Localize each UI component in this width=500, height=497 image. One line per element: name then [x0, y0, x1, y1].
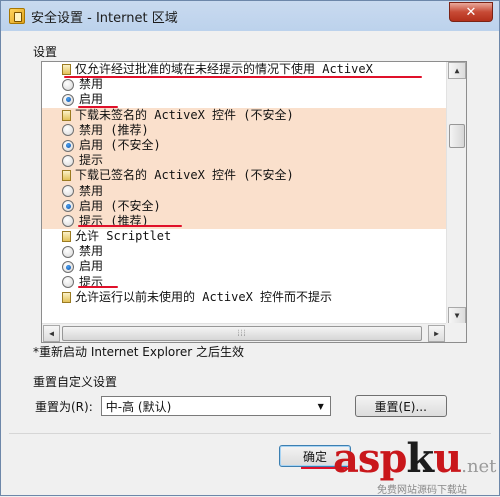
setting-item: 允许 Scriptlet 禁用 启用 提示	[42, 229, 446, 290]
setting-heading-label: 仅允许经过批准的域在未经提示的情况下使用 ActiveX	[75, 62, 373, 76]
footer-separator	[9, 433, 491, 434]
setting-item-highlighted: 下载已签名的 ActiveX 控件 (不安全) 禁用 启用 (不安全) 提示 (…	[42, 168, 446, 230]
scroll-right-icon[interactable]: ▶	[428, 325, 445, 342]
horizontal-scrollbar[interactable]: ◀ ⦙⦙⦙ ▶	[42, 323, 446, 342]
scroll-left-icon[interactable]: ◀	[43, 325, 60, 342]
option-label[interactable]: 禁用	[79, 184, 103, 199]
setting-heading: 允许运行以前未使用的 ActiveX 控件而不提示	[42, 290, 446, 305]
setting-option[interactable]: 启用	[42, 259, 446, 274]
annotation-underline	[64, 76, 422, 78]
security-shield-icon	[9, 8, 25, 24]
settings-listbox[interactable]: 仅允许经过批准的域在未经提示的情况下使用 ActiveX 禁用 启用 下载未签名…	[41, 61, 467, 343]
security-settings-dialog: 安全设置 - Internet 区域 ✕ 设置 仅允许经过批准的域在未经提示的情…	[0, 0, 500, 496]
radio-button-checked[interactable]	[62, 200, 74, 213]
radio-button[interactable]	[62, 245, 74, 258]
watermark-subtitle: 免费网站源码下载站	[377, 485, 467, 496]
setting-heading: 下载未签名的 ActiveX 控件 (不安全)	[42, 108, 446, 123]
setting-gear-icon	[62, 64, 71, 76]
radio-button-checked[interactable]	[62, 139, 74, 152]
scroll-thumb[interactable]	[449, 124, 465, 148]
setting-option[interactable]: 提示	[42, 153, 446, 168]
security-level-select[interactable]: 中-高 (默认) ▼	[100, 396, 331, 416]
setting-gear-icon	[62, 109, 71, 121]
option-label[interactable]: 提示	[79, 153, 103, 168]
radio-button[interactable]	[62, 154, 74, 167]
settings-list-content: 仅允许经过批准的域在未经提示的情况下使用 ActiveX 禁用 启用 下载未签名…	[42, 62, 446, 324]
scroll-up-icon[interactable]: ▲	[448, 62, 466, 79]
radio-button-checked[interactable]	[62, 93, 74, 106]
close-button[interactable]: ✕	[449, 2, 493, 22]
option-label[interactable]: 启用 (不安全)	[79, 138, 161, 153]
option-label[interactable]: 启用 (不安全)	[79, 199, 161, 214]
radio-button[interactable]	[62, 276, 74, 289]
option-label[interactable]: 禁用	[79, 244, 103, 259]
annotation-underline	[78, 286, 118, 288]
setting-option[interactable]: 禁用	[42, 77, 446, 92]
settings-group-label: 设置	[33, 45, 58, 59]
setting-heading-label: 允许 Scriptlet	[75, 229, 172, 244]
vertical-scrollbar[interactable]: ▲ ▼	[446, 62, 466, 324]
window-title: 安全设置 - Internet 区域	[31, 10, 178, 26]
annotation-underline	[78, 225, 182, 227]
radio-button[interactable]	[62, 78, 74, 91]
security-level-value: 中-高 (默认)	[105, 399, 172, 414]
setting-heading-label: 下载未签名的 ActiveX 控件 (不安全)	[75, 107, 294, 122]
reset-group: 重置自定义设置 重置为(R): 中-高 (默认) ▼ 重置(E)...	[27, 373, 475, 429]
setting-option[interactable]: 启用 (不安全)	[42, 138, 446, 153]
setting-gear-icon	[62, 291, 71, 303]
radio-button[interactable]	[62, 185, 74, 198]
option-label[interactable]: 启用	[79, 259, 103, 274]
scroll-corner	[446, 323, 466, 342]
setting-gear-icon	[62, 231, 71, 243]
setting-heading: 仅允许经过批准的域在未经提示的情况下使用 ActiveX	[42, 62, 446, 77]
setting-option[interactable]: 启用 (不安全)	[42, 199, 446, 214]
radio-button-checked[interactable]	[62, 261, 74, 274]
setting-heading: 允许 Scriptlet	[42, 229, 446, 244]
radio-button[interactable]	[62, 215, 74, 228]
chevron-down-icon[interactable]: ▼	[314, 399, 328, 413]
reset-to-label: 重置为(R):	[35, 399, 93, 414]
setting-item: 允许运行以前未使用的 ActiveX 控件而不提示	[42, 290, 446, 305]
setting-heading-label: 下载已签名的 ActiveX 控件 (不安全)	[75, 168, 294, 183]
horizontal-scroll-thumb[interactable]: ⦙⦙⦙	[62, 326, 422, 341]
setting-item: 仅允许经过批准的域在未经提示的情况下使用 ActiveX 禁用 启用	[42, 62, 446, 108]
option-label[interactable]: 禁用	[79, 77, 103, 92]
reset-button[interactable]: 重置(E)...	[354, 395, 447, 417]
setting-option[interactable]: 禁用 (推荐)	[42, 123, 446, 138]
setting-option[interactable]: 禁用	[42, 244, 446, 259]
title-bar[interactable]: 安全设置 - Internet 区域 ✕	[1, 1, 499, 31]
scroll-down-icon[interactable]: ▼	[448, 307, 466, 324]
setting-heading-label: 允许运行以前未使用的 ActiveX 控件而不提示	[75, 289, 333, 304]
reset-group-label: 重置自定义设置	[33, 375, 118, 389]
radio-button[interactable]	[62, 124, 74, 137]
reset-row: 重置为(R): 中-高 (默认) ▼ 重置(E)...	[35, 395, 447, 417]
setting-item-highlighted: 下载未签名的 ActiveX 控件 (不安全) 禁用 (推荐) 启用 (不安全)…	[42, 107, 446, 169]
setting-gear-icon	[62, 170, 71, 182]
annotation-underline	[78, 106, 118, 108]
option-label[interactable]: 禁用 (推荐)	[79, 123, 149, 138]
watermark-logo: aspku.net 免费网站源码下载站	[333, 437, 500, 497]
setting-heading: 下载已签名的 ActiveX 控件 (不安全)	[42, 168, 446, 183]
settings-group: 设置 仅允许经过批准的域在未经提示的情况下使用 ActiveX 禁用 启用 下载…	[25, 43, 475, 361]
restart-note: *重新启动 Internet Explorer 之后生效	[33, 345, 245, 359]
setting-option[interactable]: 禁用	[42, 184, 446, 199]
